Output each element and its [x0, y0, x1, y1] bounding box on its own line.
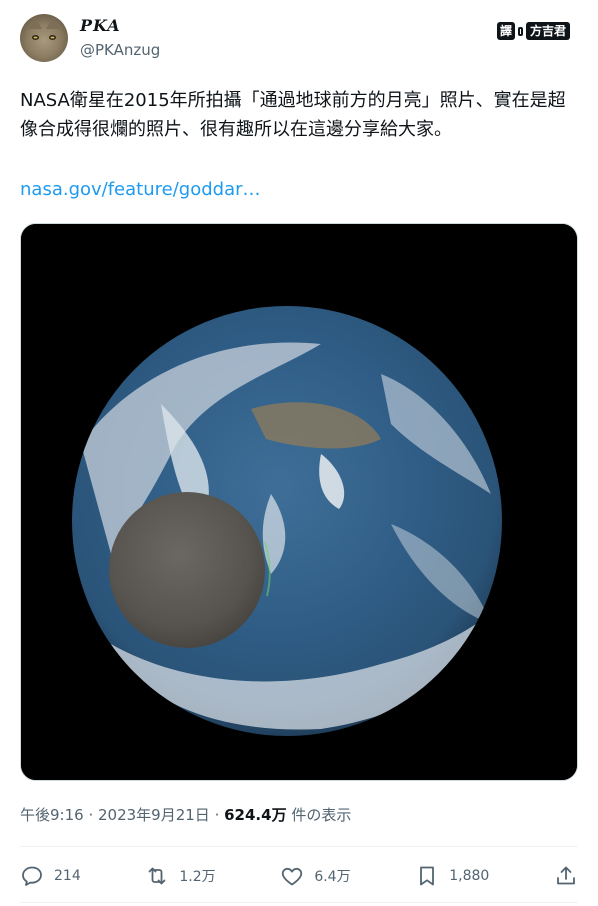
like-icon	[282, 867, 303, 886]
reply-icon	[22, 866, 42, 886]
view-count-suffix: 件の表示	[286, 806, 352, 824]
divider	[20, 902, 578, 903]
bookmark-icon	[420, 866, 435, 886]
reply-button[interactable]: 214	[20, 864, 81, 888]
tweet-meta: 午後9:16 · 2023年9月21日 · 624.4万 件の表示	[20, 804, 351, 825]
tweet-link[interactable]: nasa.gov/feature/goddar…	[20, 179, 261, 200]
tweet-text: NASA衛星在2015年所拍攝「通過地球前方的月亮」照片、實在是超像合成得很爛的…	[20, 90, 566, 140]
author-name[interactable]: PKA	[80, 16, 121, 35]
translate-separator-icon	[517, 26, 523, 36]
view-count[interactable]: 624.4万	[224, 806, 286, 824]
tweet-date[interactable]: 2023年9月21日	[98, 806, 210, 824]
earth-moon-photo	[21, 224, 577, 780]
meta-separator: ·	[83, 806, 98, 824]
bookmark-button[interactable]: 1,880	[415, 864, 489, 888]
repost-icon	[148, 867, 166, 885]
translate-badge[interactable]: 譯 方吉君	[496, 20, 570, 42]
author-handle[interactable]: @PKAnzug	[80, 41, 160, 59]
share-icon	[557, 866, 575, 885]
translate-badge-left: 譯	[496, 22, 515, 40]
action-bar: 214 1.2万 6.4万 1,880	[20, 856, 578, 896]
share-button[interactable]	[554, 864, 578, 888]
divider	[20, 846, 578, 847]
avatar-eye	[49, 35, 56, 40]
avatar-ear	[28, 17, 42, 29]
moon	[109, 492, 265, 648]
meta-separator: ·	[209, 806, 225, 824]
like-button[interactable]: 6.4万	[280, 864, 351, 888]
translate-badge-right: 方吉君	[525, 22, 570, 40]
repost-button[interactable]: 1.2万	[145, 864, 216, 888]
like-count: 6.4万	[314, 869, 351, 885]
avatar-ear	[46, 17, 60, 29]
tweet-image[interactable]	[20, 223, 578, 781]
avatar[interactable]	[20, 14, 68, 62]
avatar-eye	[32, 35, 39, 40]
bookmark-count: 1,880	[449, 868, 490, 884]
tweet-time[interactable]: 午後9:16	[20, 806, 84, 824]
repost-count: 1.2万	[179, 869, 216, 885]
reply-count: 214	[54, 868, 81, 884]
